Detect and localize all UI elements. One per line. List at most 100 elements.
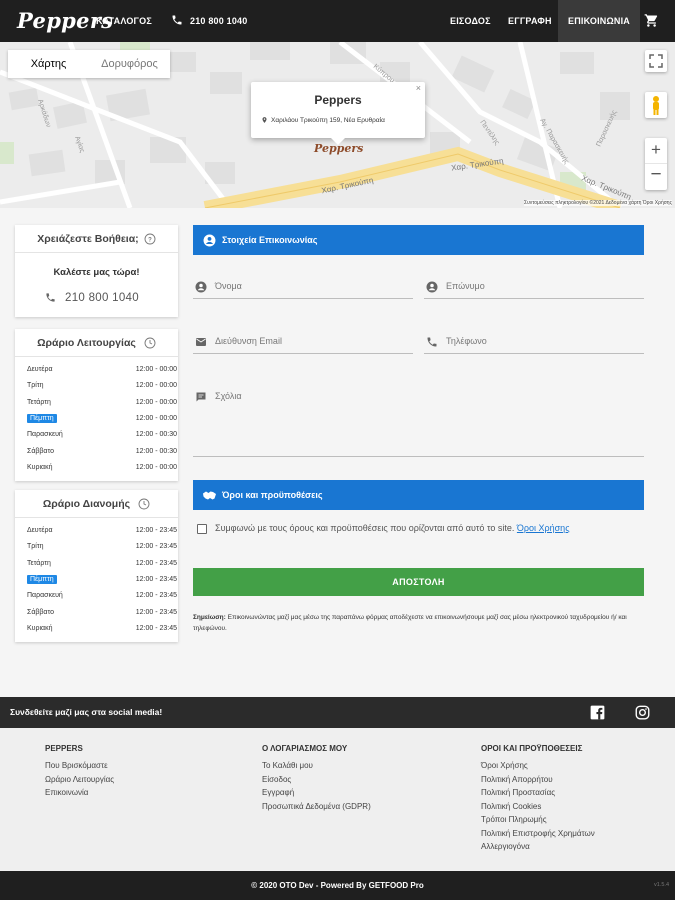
contact-details-header: Στοιχεία Επικοινωνίας <box>193 225 644 255</box>
map-attribution[interactable]: Συντομεύσεις πληκτρολογίου ©2021 Δεδομέν… <box>523 200 672 206</box>
footer-link[interactable]: Είσοδος <box>262 773 371 787</box>
delivery-hours-header: Ωράριο Διανομής <box>15 490 178 518</box>
schedule-row: Δευτέρα 12:00 - 23:45 <box>27 524 177 538</box>
copyright-text: © 2020 OTO Dev - Powered By GETFOOD Pro <box>251 881 424 890</box>
footer-column-title: PEPPERS <box>45 744 83 753</box>
footer-link[interactable]: Όροι Χρήσης <box>481 759 595 773</box>
schedule-day: Παρασκευή <box>27 431 63 439</box>
map-info-window: Peppers × Χαριλάου Τρικούπη 159, Νέα Ερυ… <box>251 82 425 145</box>
schedule-day: Σάββατο <box>27 447 55 455</box>
schedule-time: 12:00 - 00:30 <box>135 447 177 455</box>
schedule-row: Τετάρτη 12:00 - 00:00 <box>27 396 177 410</box>
nav-login[interactable]: ΕΙΣΟΔΟΣ <box>450 0 491 42</box>
schedule-day: Τετάρτη <box>27 559 51 567</box>
user-icon <box>195 281 207 293</box>
terms-link[interactable]: Όροι Χρήσης <box>517 523 570 533</box>
phone-field[interactable]: Τηλέφωνο <box>424 332 644 354</box>
zoom-out-icon[interactable]: − <box>645 164 667 190</box>
street-view-pegman-icon[interactable] <box>645 92 667 118</box>
schedule-time: 12:00 - 23:45 <box>135 608 177 616</box>
phone-placeholder: Τηλέφωνο <box>446 336 487 346</box>
last-name-field[interactable]: Επώνυμο <box>424 277 644 299</box>
tab-satellite[interactable]: Δορυφόρος <box>89 50 170 78</box>
footer-link[interactable]: Το Καλάθι μου <box>262 759 371 773</box>
schedule-day: Δευτέρα <box>27 366 53 373</box>
phone-icon <box>426 336 438 348</box>
nav-register[interactable]: ΕΓΓΡΑΦΗ <box>508 0 552 42</box>
schedule-time: 12:00 - 00:00 <box>135 382 177 390</box>
header-phone[interactable]: 210 800 1040 <box>190 0 247 42</box>
nav-contact[interactable]: ΕΠΙΚΟΙΝΩΝΙΑ <box>558 0 641 42</box>
top-navbar: Peppers ΚΑΤΑΛΟΓΟΣ 210 800 1040 ΕΙΣΟΔΟΣ Ε… <box>0 0 675 42</box>
nav-catalog[interactable]: ΚΑΤΑΛΟΓΟΣ <box>96 0 152 42</box>
phone-icon <box>45 292 56 303</box>
location-map[interactable]: Αρκάδων Αγίας Κύπρου Αγ. Παρασκευής Παρα… <box>0 42 675 208</box>
footer-link[interactable]: Πολιτική Απορρήτου <box>481 773 595 787</box>
first-name-field[interactable]: Όνομα <box>193 277 413 299</box>
schedule-row: Κυριακή 12:00 - 00:00 <box>27 461 177 475</box>
instagram-icon[interactable] <box>635 705 650 720</box>
schedule-row: Κυριακή 12:00 - 23:45 <box>27 622 177 636</box>
schedule-time: 12:00 - 23:45 <box>135 624 177 632</box>
schedule-day: Κυριακή <box>27 624 53 632</box>
schedule-day: Δευτέρα <box>27 527 53 534</box>
submit-button[interactable]: ΑΠΟΣΤΟΛΗ <box>193 568 644 596</box>
delivery-hours-title: Ωράριο Διανομής <box>42 497 131 510</box>
schedule-row: Πέμπτη 12:00 - 23:45 <box>27 573 177 587</box>
popup-title: Peppers <box>314 93 362 107</box>
schedule-row: Σάββατο 12:00 - 23:45 <box>27 606 177 620</box>
footer-link[interactable]: Αλλεργιογόνα <box>481 840 595 854</box>
map-marker-logo[interactable]: Peppers <box>314 142 363 155</box>
schedule-row: Παρασκευή 12:00 - 23:45 <box>27 589 177 603</box>
schedule-time: 12:00 - 00:30 <box>135 431 177 439</box>
schedule-time: 12:00 - 00:00 <box>135 398 177 406</box>
copyright-bar: © 2020 OTO Dev - Powered By GETFOOD Pro … <box>0 871 675 900</box>
footer-link[interactable]: Τρόποι Πληρωμής <box>481 813 595 827</box>
footer-link[interactable]: Ωράριο Λειτουργίας <box>45 773 114 787</box>
schedule-time: 12:00 - 23:45 <box>135 527 177 534</box>
first-name-placeholder: Όνομα <box>215 281 242 291</box>
schedule-day: Τρίτη <box>27 382 44 390</box>
clock-icon <box>144 337 156 349</box>
schedule-row: Παρασκευή 12:00 - 00:30 <box>27 428 177 442</box>
comments-placeholder: Σχόλια <box>215 391 242 401</box>
footer-column-title: ΟΡΟΙ ΚΑΙ ΠΡΟΫΠΟΘΕΣΕΙΣ <box>481 744 583 753</box>
schedule-row: Πέμπτη 12:00 - 00:00 <box>27 412 177 426</box>
terms-title: Όροι και προϋποθέσεις <box>222 490 323 500</box>
terms-checkbox[interactable] <box>197 524 207 534</box>
footer-link[interactable]: Πολιτική Προστασίας <box>481 786 595 800</box>
shopping-cart-icon[interactable] <box>644 13 659 28</box>
fullscreen-icon[interactable] <box>645 50 667 72</box>
social-media-bar: Συνδεθείτε μαζί μας στα social media! <box>0 697 675 728</box>
terms-header: Όροι και προϋποθέσεις <box>193 480 644 510</box>
svg-text:?: ? <box>148 237 152 243</box>
schedule-time: 12:00 - 00:00 <box>135 366 177 373</box>
help-title: Χρειάζεστε Βοήθεια; <box>37 232 139 245</box>
facebook-icon[interactable] <box>590 705 605 720</box>
footer-link[interactable]: Πολιτική Cookies <box>481 800 595 814</box>
question-circle-icon: ? <box>144 233 156 245</box>
comment-icon <box>195 391 207 403</box>
schedule-day-today: Πέμπτη <box>27 413 57 423</box>
footer-link[interactable]: Πολιτική Επιστροφής Χρημάτων <box>481 827 595 841</box>
schedule-time: 12:00 - 23:45 <box>135 559 177 567</box>
schedule-row: Δευτέρα 12:00 - 00:00 <box>27 363 177 377</box>
footer-column-account: Ο ΛΟΓΑΡΙΑΣΜΟΣ ΜΟΥ Το Καλάθι μου Είσοδος Εγ… <box>262 744 371 813</box>
schedule-row: Σάββατο 12:00 - 00:30 <box>27 445 177 459</box>
zoom-in-icon[interactable]: + <box>645 138 667 164</box>
comments-textarea[interactable]: Σχόλια <box>193 387 644 457</box>
email-field[interactable]: Διεύθυνση Email <box>193 332 413 354</box>
footer-link[interactable]: Επικοινωνία <box>45 786 114 800</box>
email-placeholder: Διεύθυνση Email <box>215 336 282 346</box>
popup-close-icon[interactable]: × <box>416 83 421 93</box>
map-type-toggle: Χάρτης Δορυφόρος <box>8 50 170 78</box>
footer-link[interactable]: Εγγραφή <box>262 786 371 800</box>
tab-map[interactable]: Χάρτης <box>8 50 89 78</box>
location-pin-icon <box>261 116 268 124</box>
schedule-time: 12:00 - 23:45 <box>135 575 177 583</box>
help-phone[interactable]: 210 800 1040 <box>65 292 139 304</box>
footer-link[interactable]: Προσωπικά Δεδομένα (GDPR) <box>262 800 371 814</box>
opening-hours-title: Ωράριο Λειτουργίας <box>37 336 136 349</box>
footer-link[interactable]: Που Βρισκόμαστε <box>45 759 114 773</box>
schedule-time: 12:00 - 00:00 <box>135 463 177 471</box>
